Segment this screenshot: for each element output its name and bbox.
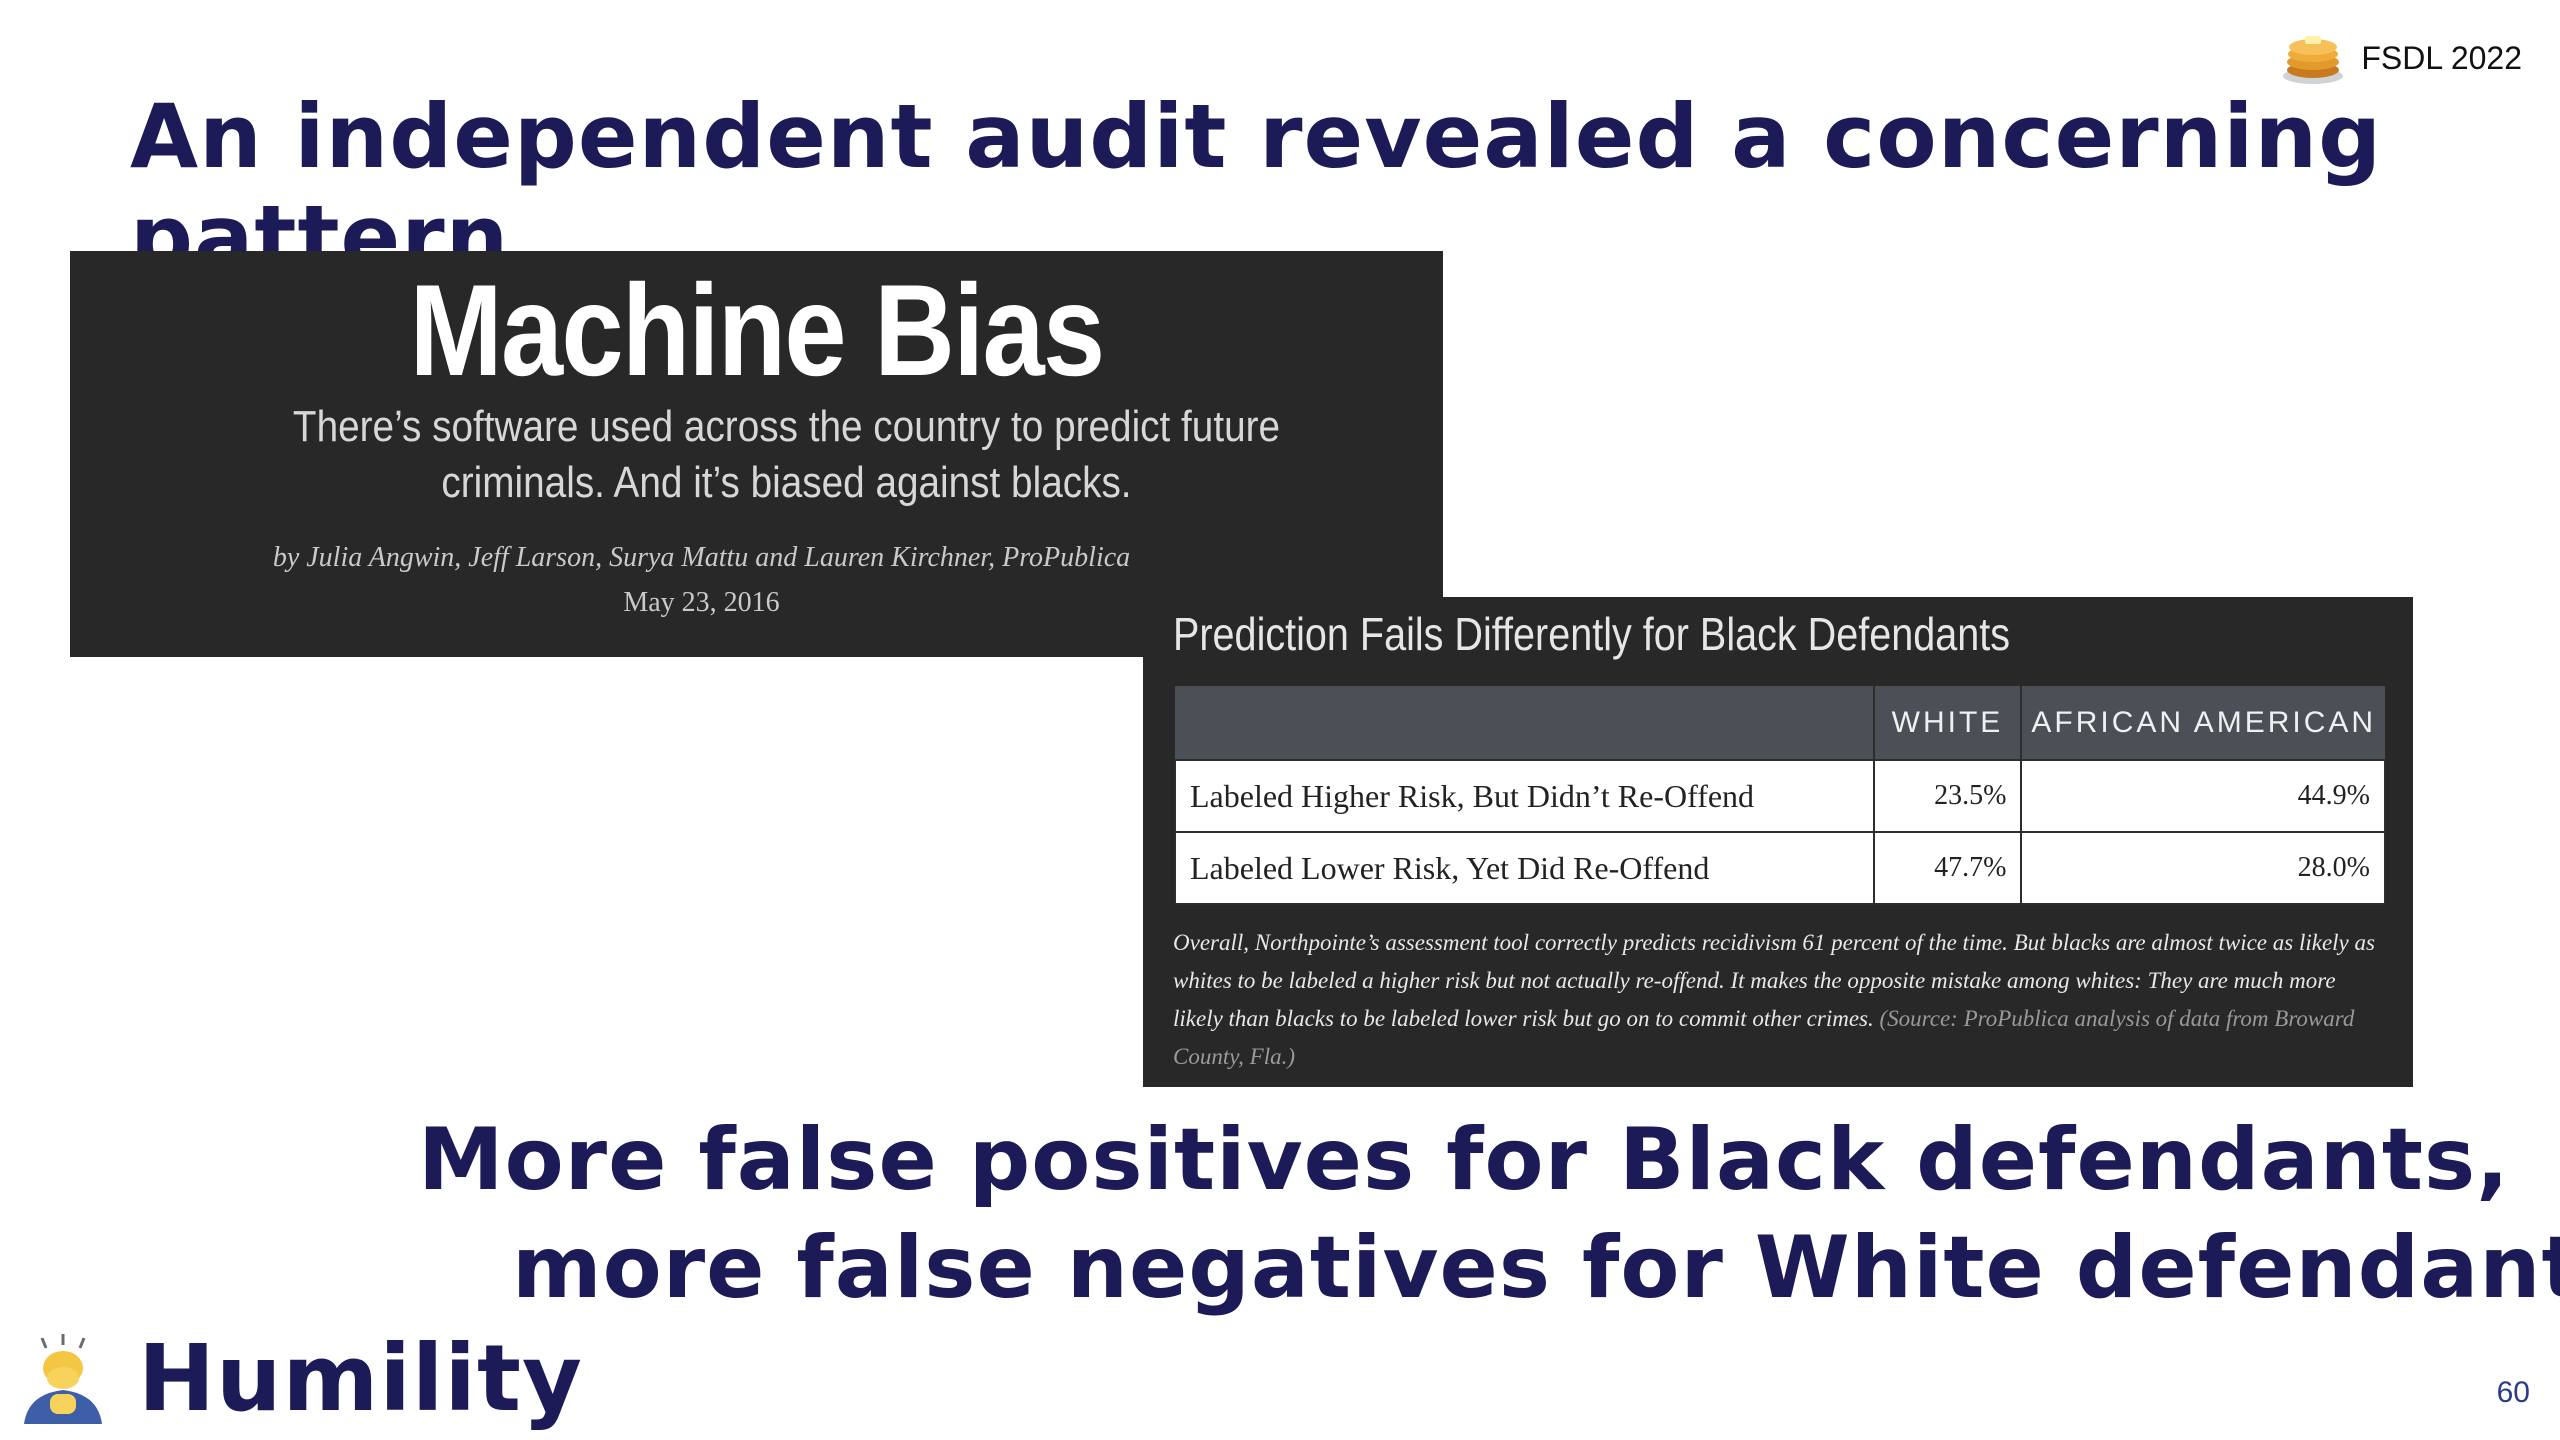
brand-label: FSDL 2022 (2361, 39, 2522, 76)
page-number: 60 (2496, 1376, 2530, 1409)
row-label: Labeled Higher Risk, But Didn’t Re-Offen… (1174, 759, 1875, 833)
table-caption: Prediction Fails Differently for Black D… (1173, 608, 2011, 660)
table-header-row: WHITE AFRICAN AMERICAN (1175, 686, 2385, 760)
prediction-table-card: Prediction Fails Differently for Black D… (1143, 597, 2413, 1087)
person-bowing-icon (24, 1333, 102, 1424)
brand-badge: FSDL 2022 (2281, 30, 2522, 86)
prediction-table: WHITE AFRICAN AMERICAN Labeled Higher Ri… (1174, 686, 2386, 905)
cell-african-american: 28.0% (2020, 831, 2386, 905)
article-byline: by Julia Angwin, Jeff Larson, Surya Matt… (272, 542, 1131, 573)
table-row: Labeled Higher Risk, But Didn’t Re-Offen… (1174, 759, 2386, 833)
pancakes-icon (2283, 36, 2344, 84)
column-header-blank (1175, 686, 1875, 760)
cell-white: 23.5% (1872, 759, 2023, 833)
column-header-white: WHITE (1873, 686, 2023, 760)
conclusion-line-2: more false negatives for White defendant… (512, 1218, 2560, 1318)
section-label-text: Humility (138, 1325, 583, 1432)
cell-african-american: 44.9% (2020, 759, 2386, 833)
column-header-african-american: AFRICAN AMERICAN (2021, 686, 2385, 760)
row-label: Labeled Lower Risk, Yet Did Re-Offend (1174, 831, 1875, 905)
table-note: Overall, Northpointe’s assessment tool c… (1173, 924, 2389, 1076)
article-dek: There’s software used across the country… (292, 402, 1281, 507)
section-label: Humility (16, 1325, 583, 1432)
article-headline: Machine Bias (409, 257, 1106, 403)
table-row: Labeled Lower Risk, Yet Did Re-Offend 47… (1174, 831, 2386, 905)
cell-white: 47.7% (1872, 831, 2023, 905)
conclusion-line-1: More false positives for Black defendant… (418, 1110, 2510, 1210)
